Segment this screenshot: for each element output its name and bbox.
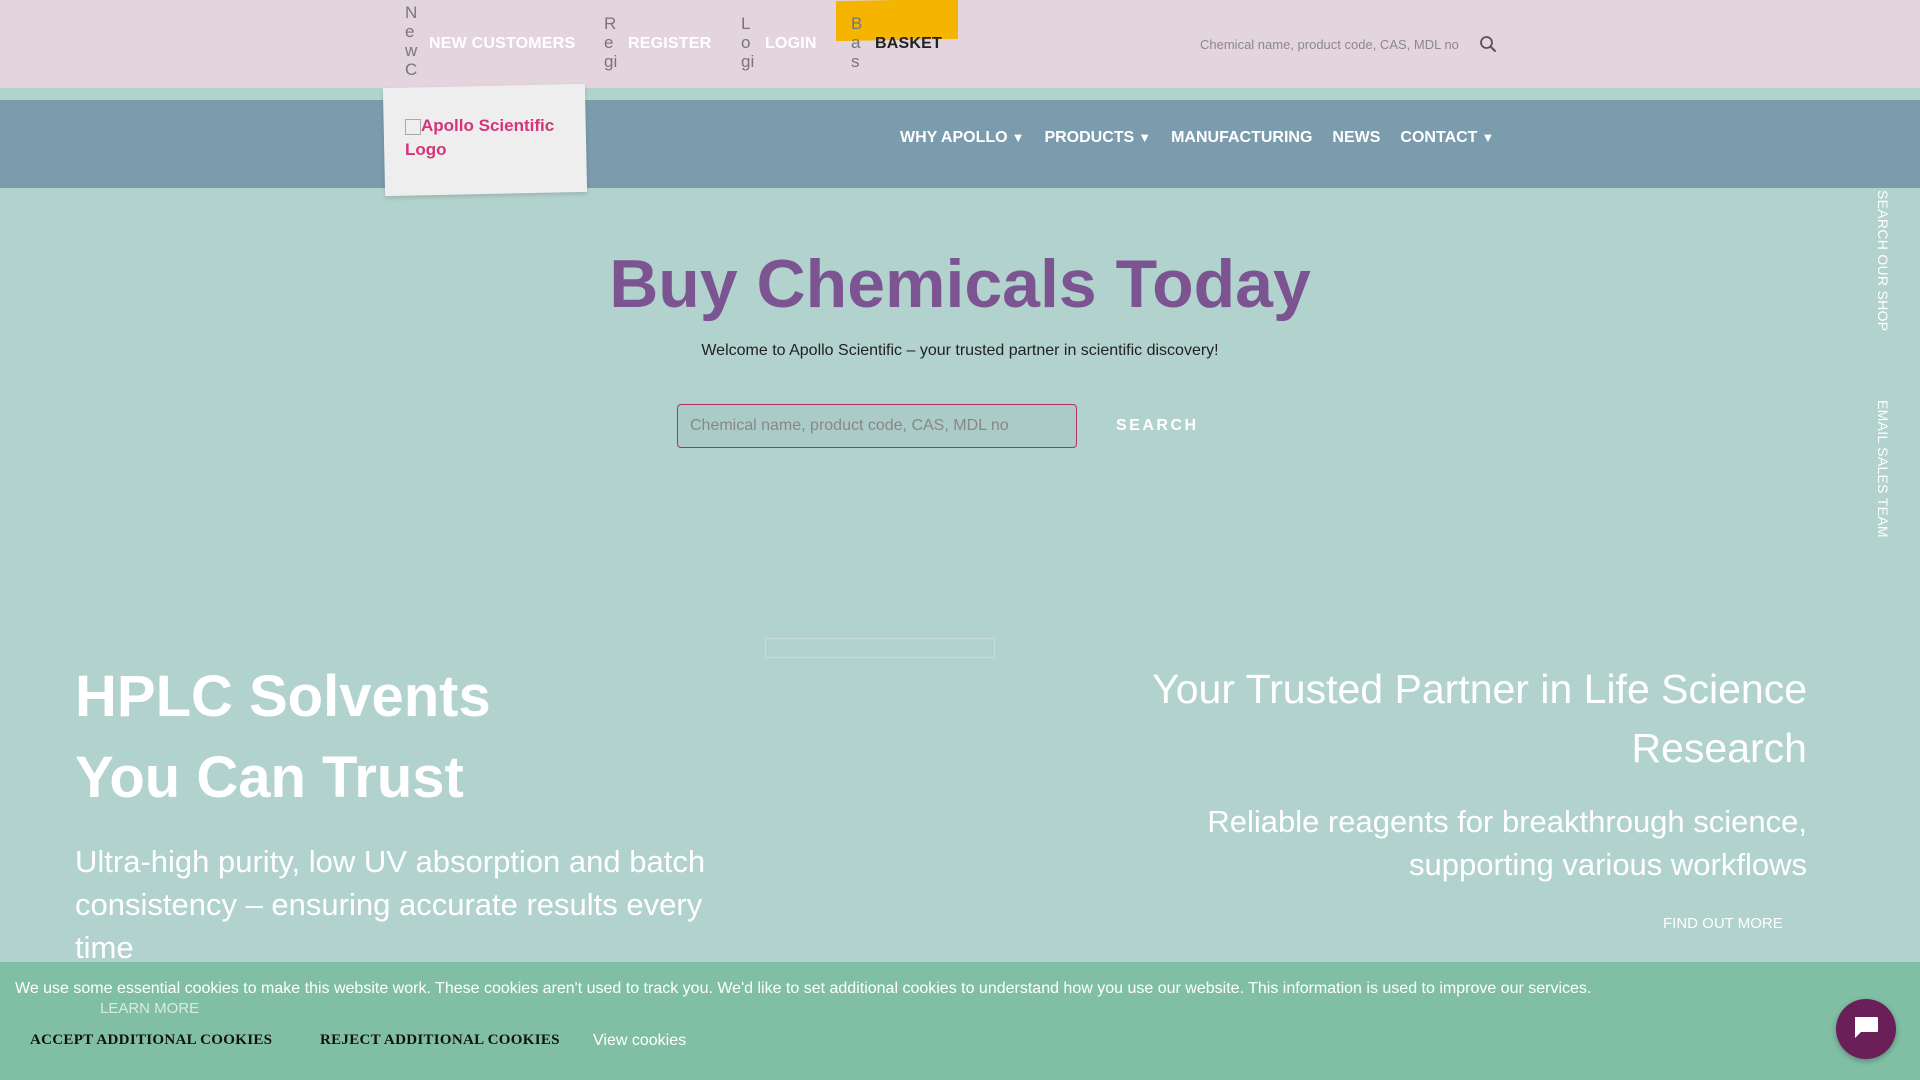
broken-image-icon — [405, 118, 421, 135]
banner-image-placeholder — [765, 638, 995, 658]
header-search-input[interactable] — [1180, 24, 1470, 64]
hero-search-button[interactable]: SEARCH — [1096, 404, 1219, 448]
register-label: REGISTER — [628, 35, 712, 52]
basket-link[interactable]: Basket icon BASKET — [851, 0, 942, 88]
cookie-message: We use some essential cookies to make th… — [15, 980, 1592, 997]
login-link[interactable]: Login icon LOGIN — [741, 0, 817, 88]
register-icon: Register icon — [604, 14, 618, 74]
nav-manufacturing[interactable]: MANUFACTURING — [1171, 129, 1312, 147]
nav-why-apollo-label: WHY APOLLO — [900, 128, 1008, 146]
hero-search-field — [677, 404, 1077, 448]
view-cookies-link[interactable]: View cookies — [593, 1032, 686, 1050]
nav-contact-label: CONTACT — [1400, 128, 1478, 146]
banner-right-title: Your Trusted Partner in Life Science Res… — [1152, 666, 1807, 771]
top-utility-bar — [0, 0, 1920, 88]
nav-products-label: PRODUCTS — [1044, 128, 1135, 146]
nav-products[interactable]: PRODUCTS ▼ — [1044, 129, 1151, 147]
chat-button[interactable] — [1836, 999, 1896, 1059]
find-out-more-link[interactable]: FIND OUT MORE — [1663, 915, 1783, 932]
email-sales-team-tab[interactable]: EMAIL SALES TEAM — [1875, 400, 1891, 538]
reject-cookies-button[interactable]: REJECT ADDITIONAL COOKIES — [320, 1032, 560, 1049]
caret-down-icon: ▼ — [1481, 129, 1495, 145]
hero-search-input[interactable] — [690, 417, 1060, 435]
caret-down-icon: ▼ — [1138, 129, 1152, 145]
hero-title: Buy Chemicals Today — [609, 246, 1311, 322]
nav-news[interactable]: NEWS — [1332, 129, 1380, 147]
basket-label: BASKET — [875, 35, 942, 52]
accept-cookies-button[interactable]: ACCEPT ADDITIONAL COOKIES — [30, 1032, 272, 1049]
hero-subtitle: Welcome to Apollo Scientific – your trus… — [701, 342, 1219, 359]
login-label: LOGIN — [765, 35, 817, 52]
basket-icon: Basket icon — [851, 14, 863, 74]
caret-down-icon: ▼ — [1011, 129, 1025, 145]
chat-icon — [1852, 1014, 1880, 1045]
banner-left-title-line1: HPLC Solvents — [75, 664, 491, 729]
banner-left-text: Ultra-high purity, low UV absorption and… — [75, 844, 706, 965]
nav-contact[interactable]: CONTACT ▼ — [1400, 129, 1494, 147]
search-icon[interactable] — [1470, 26, 1506, 62]
main-nav: WHY APOLLO ▼ PRODUCTS ▼ MANUFACTURING NEWS… — [890, 100, 1504, 175]
banner-left-title: HPLC Solvents You Can Trust — [75, 656, 491, 818]
banner-right-text: Reliable reagents for breakthrough scien… — [1207, 804, 1807, 882]
new-customers-link[interactable]: New Customers icon NEW CUSTOMERS — [405, 0, 575, 88]
new-customers-label: NEW CUSTOMERS — [429, 35, 576, 52]
register-link[interactable]: Register icon REGISTER — [604, 0, 711, 88]
header-search — [1180, 22, 1520, 66]
search-our-shop-tab[interactable]: SEARCH OUR SHOP — [1875, 190, 1891, 331]
new-customers-icon: New Customers icon — [405, 3, 418, 85]
site-logo[interactable]: Apollo Scientific Logo — [405, 114, 575, 162]
nav-why-apollo[interactable]: WHY APOLLO ▼ — [900, 129, 1024, 147]
cookie-learn-more-link[interactable]: LEARN MORE — [100, 1000, 199, 1017]
logo-alt-text: Apollo Scientific Logo — [405, 116, 555, 159]
login-icon: Login icon — [741, 14, 755, 74]
banner-left-title-line2: You Can Trust — [75, 745, 464, 810]
